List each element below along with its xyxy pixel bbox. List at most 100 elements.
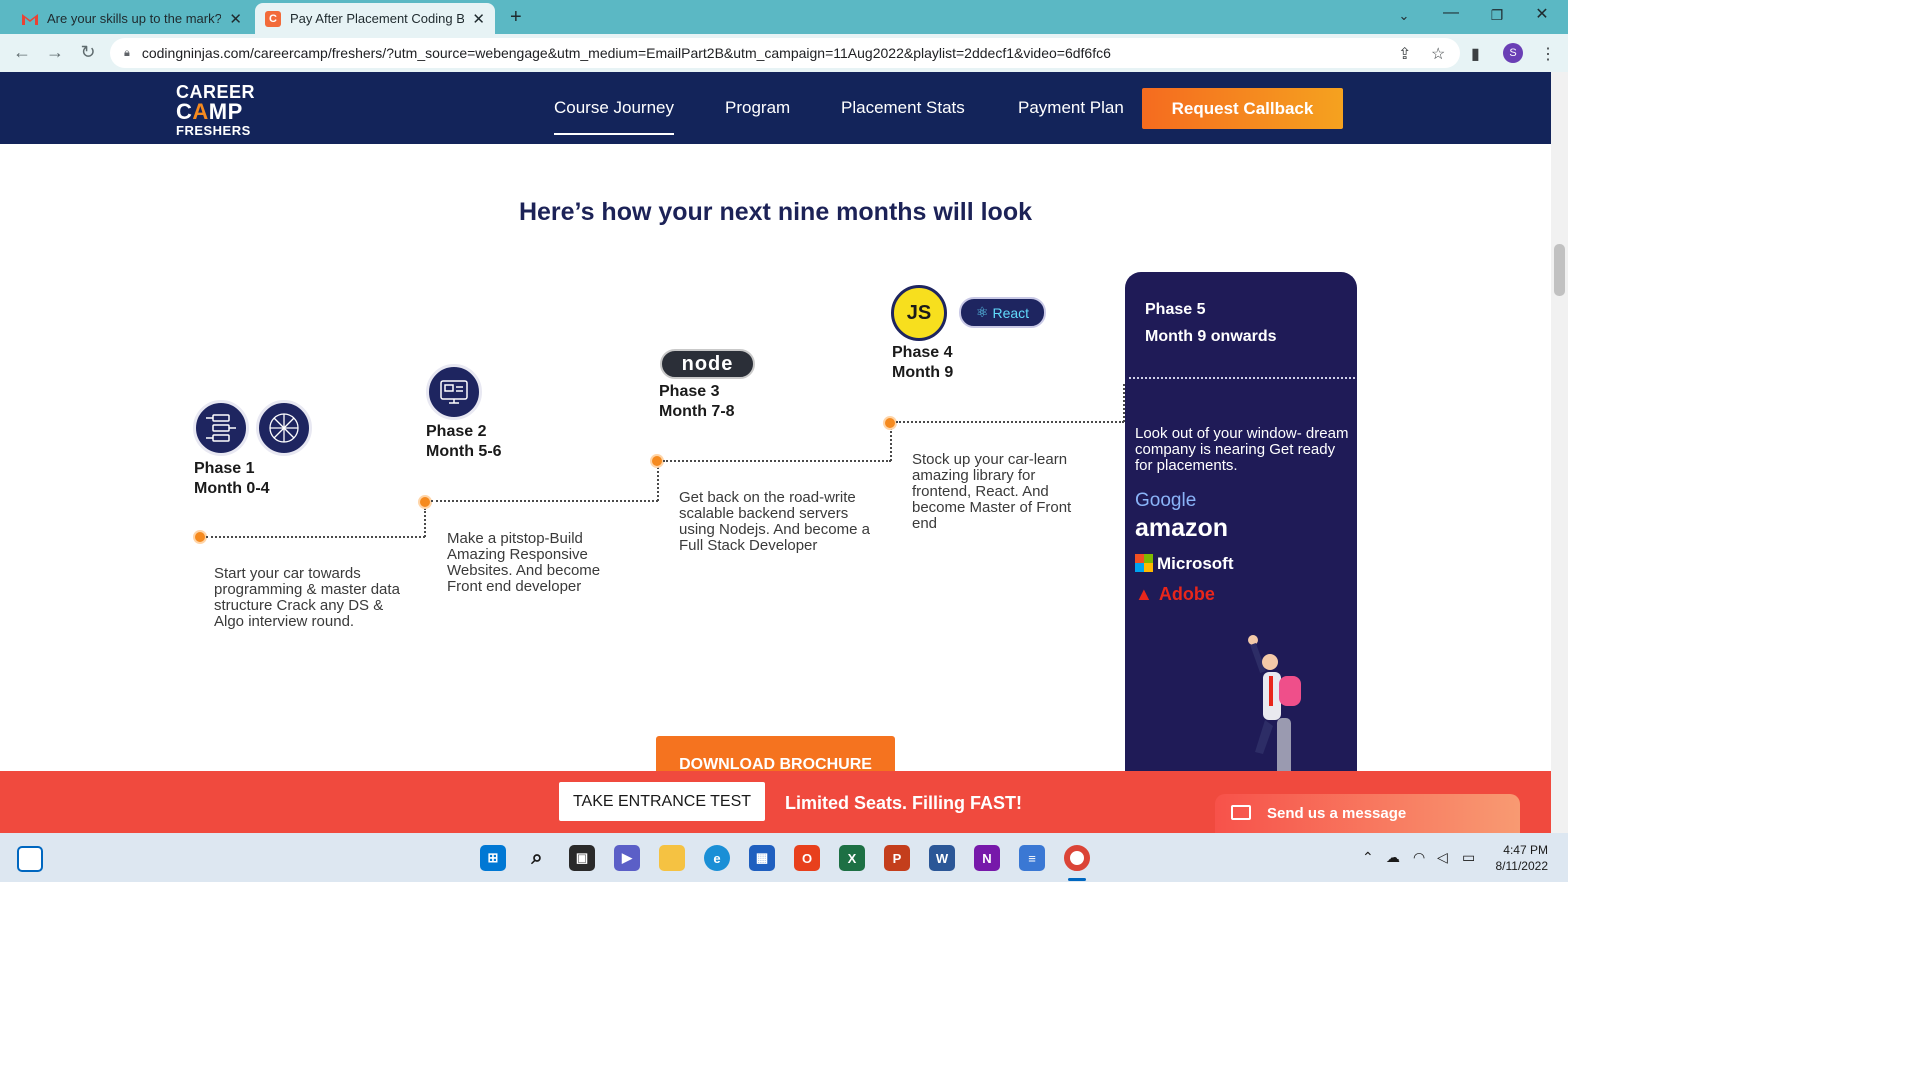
phase-5-title: Phase 5 Month 9 onwards — [1145, 301, 1277, 345]
javascript-logo: JS — [891, 285, 947, 341]
web-design-icon — [426, 364, 482, 420]
adobe-label: Adobe — [1158, 584, 1215, 604]
nodejs-logo: node — [660, 349, 755, 379]
microsoft-logo: Microsoft — [1135, 554, 1234, 574]
wifi-icon[interactable]: ◠ — [1413, 849, 1425, 866]
logo-line-3: FRESHERS — [176, 123, 251, 138]
chrome-icon[interactable] — [1064, 845, 1090, 871]
url-text: codingninjas.com/careercamp/freshers/?ut… — [141, 45, 1111, 61]
search-icon[interactable]: ⌕ — [524, 845, 550, 871]
phase-2-title: Phase 2 Month 5-6 — [426, 423, 502, 460]
address-bar-row: ← → ↻ 🔒︎ codingninjas.com/careercamp/fre… — [0, 34, 1568, 72]
timeline-dot — [883, 416, 897, 430]
phase-4-description: Stock up your car-learn amazing library … — [912, 451, 1072, 532]
back-icon[interactable]: ← — [11, 42, 33, 63]
notepad-icon[interactable]: ≡ — [1019, 845, 1045, 871]
reload-icon[interactable]: ↻ — [77, 42, 99, 63]
nav-program[interactable]: Program — [725, 98, 790, 118]
browser-tab-bar: Are your skills up to the mark? - ✕ C Pa… — [0, 0, 1568, 34]
take-entrance-test-button[interactable]: TAKE ENTRANCE TEST — [559, 782, 765, 821]
menu-icon[interactable]: ⋮ — [1540, 44, 1556, 64]
store-icon[interactable]: ▦ — [749, 845, 775, 871]
section-heading: Here’s how your next nine months will lo… — [518, 198, 1033, 226]
page-scrollbar[interactable] — [1551, 72, 1568, 833]
bookmark-star-icon[interactable]: ☆ — [1431, 44, 1445, 64]
timeline-line — [657, 467, 659, 501]
data-structure-icon — [193, 400, 249, 456]
gmail-icon — [22, 11, 38, 27]
file-explorer-icon[interactable] — [659, 845, 685, 871]
timeline-line — [896, 421, 1124, 423]
sticky-bottom-bar: TAKE ENTRANCE TEST Limited Seats. Fillin… — [0, 771, 1551, 833]
mail-icon — [1231, 805, 1251, 820]
timeline-line — [206, 536, 425, 538]
close-tab-icon[interactable]: ✕ — [472, 10, 485, 28]
nav-payment-plan[interactable]: Payment Plan — [1018, 98, 1124, 118]
site-header: CAREER CAMP FRESHERS Course Journey Prog… — [0, 72, 1551, 144]
network-graph-icon — [256, 400, 312, 456]
timeline-dot — [193, 530, 207, 544]
show-hidden-icons-icon[interactable]: ⌃ — [1362, 849, 1374, 866]
minimize-icon[interactable]: — — [1436, 4, 1466, 22]
microsoft-squares-icon — [1135, 554, 1153, 572]
side-panel-icon[interactable]: ▮ — [1471, 44, 1480, 64]
nav-placement-stats[interactable]: Placement Stats — [841, 98, 965, 118]
share-icon[interactable]: ⇪ — [1398, 44, 1411, 64]
widgets-icon[interactable] — [17, 846, 43, 872]
timeline-line — [424, 508, 426, 537]
tab-search-icon[interactable]: ⌄ — [1389, 8, 1419, 24]
timeline-line — [431, 500, 658, 502]
microsoft-label: Microsoft — [1157, 554, 1234, 573]
lock-icon: 🔒︎ — [124, 46, 130, 59]
send-message-button[interactable]: Send us a message — [1215, 794, 1520, 833]
scrollbar-thumb[interactable] — [1554, 244, 1565, 296]
clock-date: 8/11/2022 — [1495, 859, 1549, 873]
react-atom-icon: ⚛ — [975, 304, 989, 320]
taskbar-clock[interactable]: 4:47 PM 8/11/2022 — [1488, 842, 1549, 874]
adobe-icon: ▲ — [1135, 584, 1153, 604]
timeline-dot — [418, 495, 432, 509]
codingninjas-icon: C — [265, 10, 281, 27]
send-message-label: Send us a message — [1267, 805, 1407, 822]
career-camp-logo[interactable]: CAREER CAMP FRESHERS — [176, 83, 255, 137]
phase-4-title: Phase 4 Month 9 — [892, 344, 954, 381]
limited-seats-text: Limited Seats. Filling FAST! — [785, 793, 1023, 813]
nav-course-journey[interactable]: Course Journey — [554, 98, 675, 135]
profile-avatar[interactable]: S — [1503, 43, 1523, 63]
tab-title: Pay After Placement Coding Boot — [290, 11, 465, 26]
timeline-line — [663, 460, 891, 462]
request-callback-button[interactable]: Request Callback — [1142, 88, 1343, 129]
edge-icon[interactable]: e — [704, 845, 730, 871]
restore-icon[interactable]: ❐ — [1482, 7, 1512, 24]
onedrive-icon[interactable]: ☁ — [1386, 849, 1400, 866]
chat-icon[interactable]: ▶ — [614, 845, 640, 871]
timeline-dot — [650, 454, 664, 468]
tab-title: Are your skills up to the mark? - — [47, 11, 222, 26]
onenote-icon[interactable]: N — [974, 845, 1000, 871]
timeline-line — [1129, 377, 1355, 379]
phase-3-title: Phase 3 Month 7-8 — [659, 383, 735, 420]
word-icon[interactable]: W — [929, 845, 955, 871]
graduate-illustration — [1248, 635, 1301, 776]
volume-icon[interactable]: ◁ — [1437, 849, 1448, 866]
new-tab-button[interactable]: + — [510, 6, 522, 29]
windows-taskbar: ⊞ ⌕ ▣ ▶ e ▦ O X P W N ≡ ⌃ ☁ ◠ ◁ ▭ 4:47 P… — [0, 833, 1568, 882]
forward-icon[interactable]: → — [44, 42, 66, 63]
tab-gmail[interactable]: Are your skills up to the mark? - ✕ — [12, 3, 252, 34]
powerpoint-icon[interactable]: P — [884, 845, 910, 871]
react-label: React — [992, 304, 1030, 321]
tab-coding-ninjas[interactable]: C Pay After Placement Coding Boot ✕ — [255, 3, 495, 34]
close-window-icon[interactable]: ✕ — [1527, 4, 1557, 24]
phase-1-description: Start your car towards programming & mas… — [214, 565, 400, 630]
phase-5-card: Phase 5 Month 9 onwards Look out of your … — [1125, 272, 1357, 777]
url-input[interactable]: 🔒︎ codingninjas.com/careercamp/freshers/… — [110, 38, 1460, 68]
office-icon[interactable]: O — [794, 845, 820, 871]
google-logo: Google — [1135, 490, 1197, 511]
start-icon[interactable]: ⊞ — [480, 845, 506, 871]
excel-icon[interactable]: X — [839, 845, 865, 871]
phase-3-description: Get back on the road-write scalable back… — [679, 489, 870, 554]
task-view-icon[interactable]: ▣ — [569, 845, 595, 871]
close-tab-icon[interactable]: ✕ — [229, 10, 242, 28]
active-app-indicator — [1068, 878, 1086, 881]
battery-icon[interactable]: ▭ — [1462, 849, 1475, 866]
